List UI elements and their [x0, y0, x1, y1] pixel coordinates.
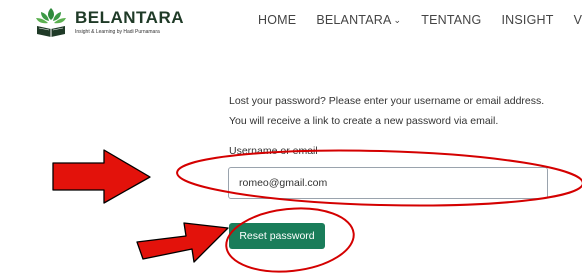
lost-password-page: BELANTARA Insight & Learning by Hadi Pur…: [0, 0, 582, 274]
instruction-line: You will receive a link to create a new …: [229, 115, 499, 127]
nav-item-tentang[interactable]: TENTANG: [421, 13, 481, 27]
nav-item-label: TENTANG: [421, 13, 482, 27]
brand-name: BELANTARA: [75, 8, 185, 27]
site-logo[interactable]: BELANTARA Insight & Learning by Hadi Pur…: [33, 4, 184, 44]
nav-item-label: HOME: [258, 13, 297, 27]
nav-item-belantara[interactable]: BELANTARA ⌄: [316, 13, 401, 27]
red-arrow-icon: [52, 149, 151, 204]
nav-item-label: INSIGHT: [501, 13, 554, 27]
open-book-leaves-icon: [36, 8, 66, 37]
nav-item-label: VERIFIKA: [573, 13, 582, 27]
red-arrow-icon: [136, 222, 229, 263]
brand-tagline: Insight & Learning by Hadi Purnamara: [75, 29, 160, 35]
main-nav: HOME BELANTARA⌄ TENTANG INSIGHT VERIFIKA: [258, 13, 582, 27]
nav-item-label: BELANTARA: [316, 13, 392, 27]
nav-item-verifikasi[interactable]: VERIFIKA: [574, 13, 582, 27]
nav-item-insight[interactable]: INSIGHT: [501, 13, 553, 27]
reset-password-button[interactable]: Reset password: [229, 223, 325, 249]
lost-password-instructions: Lost your password? Please enter your us…: [229, 91, 569, 131]
nav-item-home[interactable]: HOME: [258, 13, 296, 27]
instruction-line: Lost your password? Please enter your us…: [229, 95, 545, 107]
username-label: Username or email: [229, 145, 318, 157]
chevron-down-icon: ⌄: [393, 15, 402, 25]
username-input[interactable]: [228, 167, 548, 199]
